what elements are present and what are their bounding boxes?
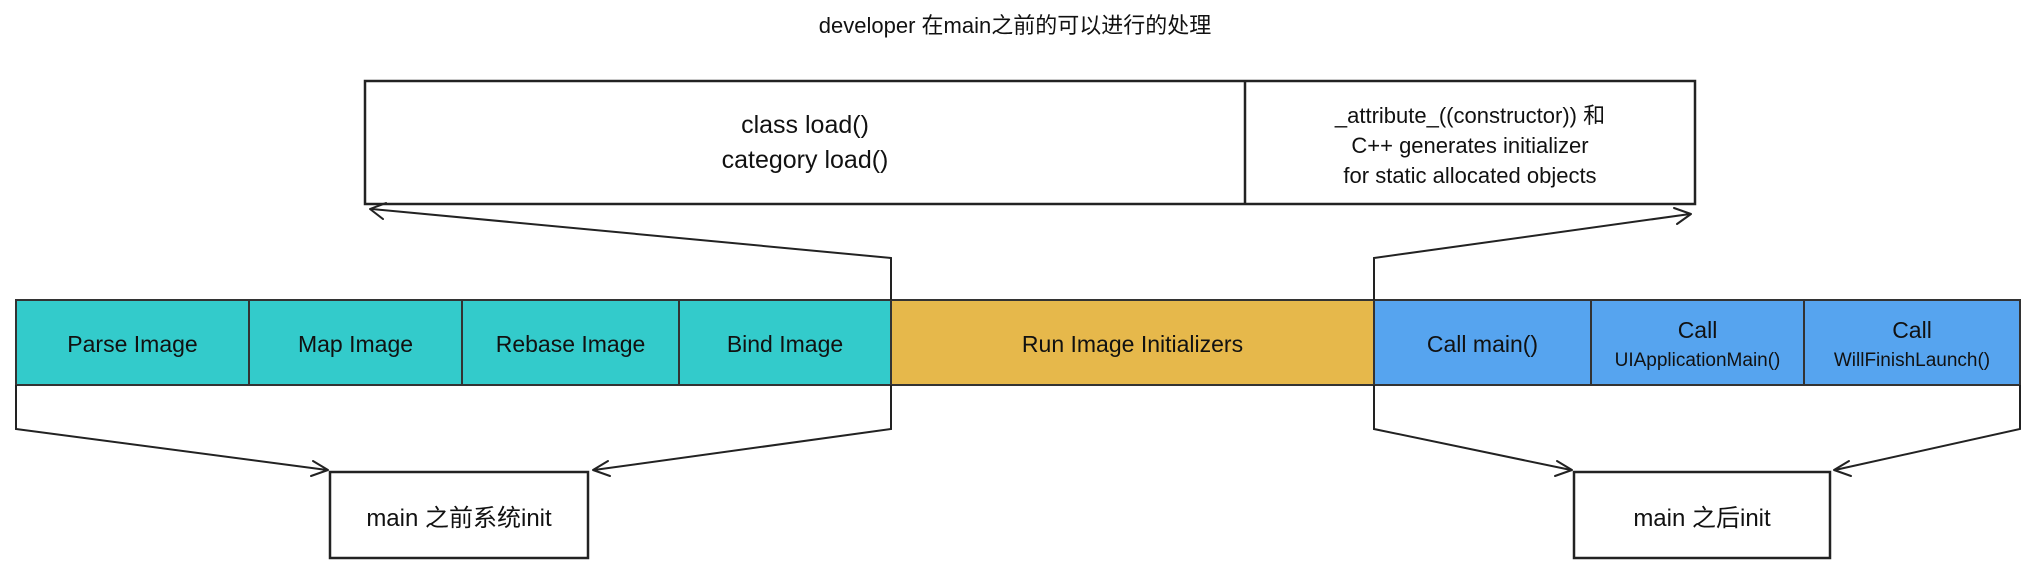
connector-to-before-main	[15, 385, 892, 477]
stage-map-image: Map Image	[248, 299, 463, 386]
stage-label: Parse Image	[67, 331, 197, 357]
hooks-right-line-3: for static allocated objects	[1343, 163, 1596, 188]
stage-label: Bind Image	[727, 331, 843, 357]
stage-label: Rebase Image	[496, 331, 646, 357]
hooks-left-line-2: category load()	[722, 146, 889, 174]
stage-label-line-2: UIApplicationMain()	[1615, 350, 1781, 371]
stage-call-main: Call main()	[1373, 299, 1592, 386]
hooks-left-line-1: class load()	[741, 111, 869, 139]
connector-to-constructor	[1373, 207, 1692, 300]
stage-call-uiapplicationmain: Call UIApplicationMain()	[1590, 299, 1805, 386]
hooks-right-line-2: C++ generates initializer	[1351, 133, 1588, 158]
pipeline-stages: Parse Image Map Image Rebase Image Bind Ima…	[15, 299, 2021, 386]
stage-label: Map Image	[298, 331, 413, 357]
developer-hooks-box: class load() category load() _attribute_…	[363, 79, 1697, 206]
stage-bind-image: Bind Image	[678, 299, 892, 386]
stage-rebase-image: Rebase Image	[461, 299, 680, 386]
hooks-right-line-1: _attribute_((constructor)) 和	[1334, 103, 1605, 128]
connector-to-class-load	[369, 202, 892, 300]
connector-to-after-main	[1373, 385, 2021, 477]
stage-label-line-1: Call	[1892, 317, 1932, 343]
stage-call-willfinishlaunch: Call WillFinishLaunch()	[1803, 299, 2021, 386]
after-main-label: main 之后init	[1633, 505, 1771, 532]
before-main-box: main 之前系统init	[328, 470, 590, 560]
stage-label: Run Image Initializers	[1022, 331, 1243, 357]
after-main-box: main 之后init	[1572, 470, 1832, 560]
launch-process-diagram: developer 在main之前的可以进行的处理 class load() c…	[15, 13, 2021, 560]
stage-parse-image: Parse Image	[15, 299, 250, 386]
stage-label-line-2: WillFinishLaunch()	[1834, 350, 1990, 371]
stage-label-line-1: Call	[1678, 317, 1718, 343]
stage-run-image-initializers: Run Image Initializers	[890, 299, 1375, 386]
before-main-label: main 之前系统init	[366, 505, 552, 532]
diagram-title: developer 在main之前的可以进行的处理	[819, 13, 1211, 38]
stage-label: Call main()	[1427, 331, 1538, 357]
